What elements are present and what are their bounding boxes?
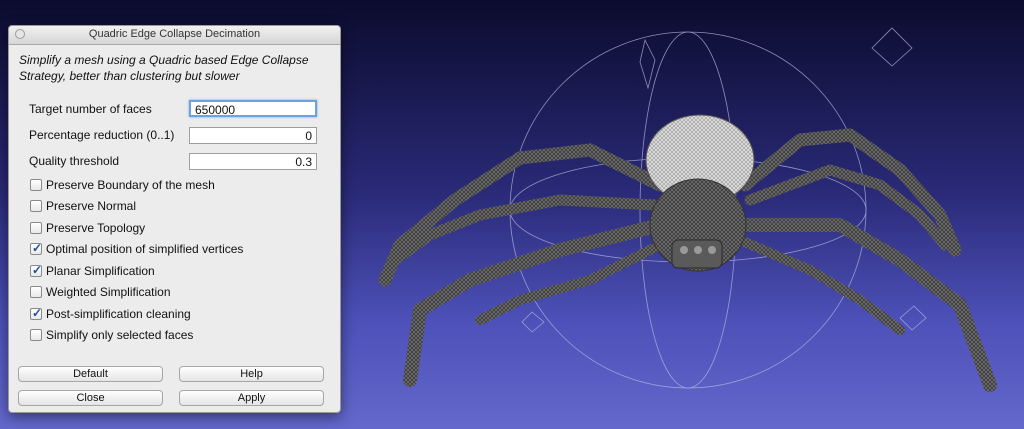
target-faces-label: Target number of faces [29, 102, 152, 116]
checkbox-box[interactable]: ✓ [30, 329, 42, 341]
checkmark-icon: ✓ [32, 306, 43, 320]
checkbox-label: Weighted Simplification [46, 285, 171, 299]
dialog-title: Quadric Edge Collapse Decimation [88, 28, 261, 40]
spider-body [645, 114, 755, 272]
checkbox-label: Preserve Topology [46, 221, 146, 235]
default-button[interactable]: Default [18, 366, 163, 382]
filter-description: Simplify a mesh using a Quadric based Ed… [19, 53, 309, 83]
checkbox-box[interactable]: ✓ [30, 179, 42, 191]
checkbox-box[interactable]: ✓ [30, 200, 42, 212]
decimation-dialog: Quadric Edge Collapse Decimation Simplif… [8, 25, 341, 413]
checkbox-label: Planar Simplification [46, 264, 155, 278]
checkbox-box[interactable]: ✓ [30, 241, 43, 255]
target-faces-input[interactable]: 650000 [189, 100, 317, 117]
checkmark-icon: ✓ [32, 263, 43, 277]
checkbox-label: Optimal position of simplified vertices [46, 242, 244, 256]
checkbox-label: Simplify only selected faces [46, 328, 194, 342]
checkbox-label: Post-simplification cleaning [46, 307, 191, 321]
percentage-reduction-input[interactable]: 0 [189, 127, 317, 144]
checkbox-box[interactable]: ✓ [30, 306, 43, 320]
checkbox-box[interactable]: ✓ [30, 222, 42, 234]
help-button[interactable]: Help [179, 366, 324, 382]
quality-threshold-input[interactable]: 0.3 [189, 153, 317, 170]
checkbox-label: Preserve Normal [46, 199, 137, 213]
checkbox-label: Preserve Boundary of the mesh [46, 178, 215, 192]
checkbox-box[interactable]: ✓ [30, 263, 43, 277]
checkmark-icon: ✓ [32, 241, 43, 255]
percentage-reduction-label: Percentage reduction (0..1) [29, 128, 175, 142]
checkbox-box[interactable]: ✓ [30, 286, 42, 298]
apply-button[interactable]: Apply [179, 390, 324, 406]
quality-threshold-label: Quality threshold [29, 154, 120, 168]
dialog-titlebar[interactable]: Quadric Edge Collapse Decimation [9, 26, 340, 45]
close-button[interactable]: Close [18, 390, 163, 406]
